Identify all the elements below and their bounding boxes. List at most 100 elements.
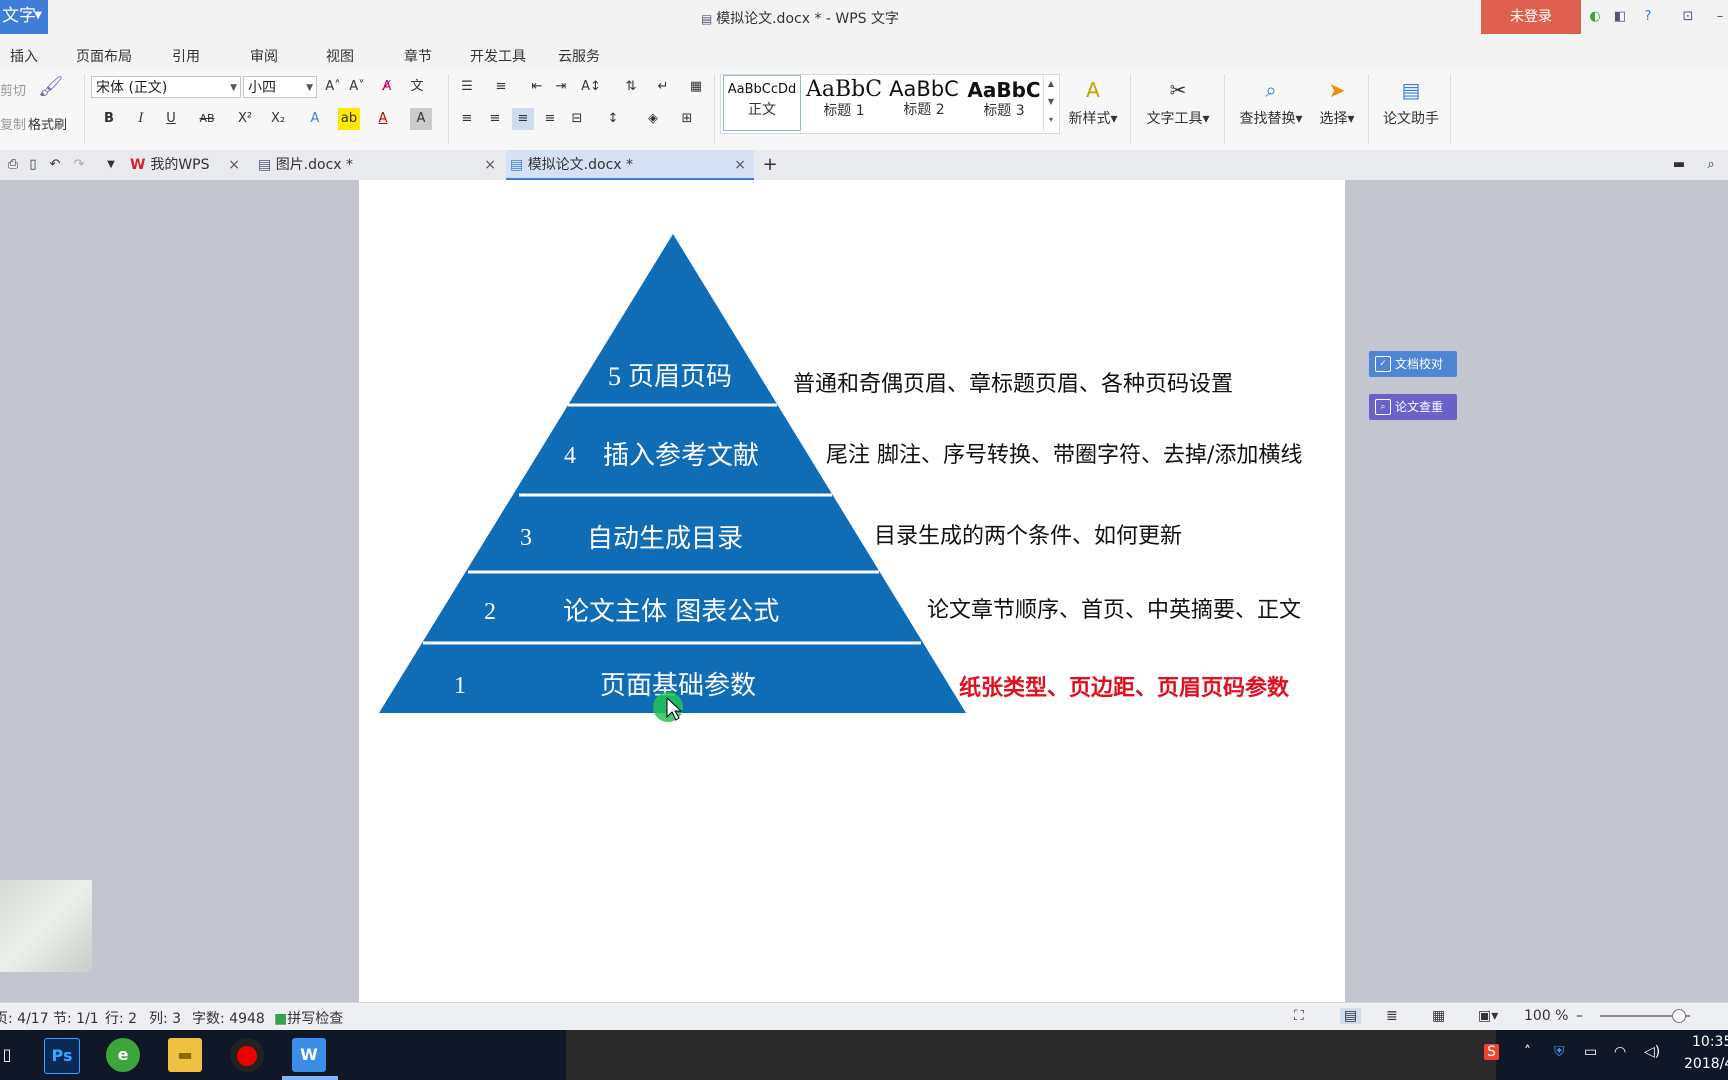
cut-button[interactable]: 剪切	[0, 80, 26, 99]
login-button[interactable]: 未登录	[1481, 0, 1581, 34]
tab-review[interactable]: 审阅	[250, 46, 278, 66]
copy-button[interactable]: 复制	[0, 114, 26, 133]
line-spacing-icon[interactable]: ↕	[602, 108, 624, 130]
browser-icon[interactable]: e	[106, 1038, 140, 1072]
text-tools-button[interactable]: ✂ 文字工具▾	[1140, 78, 1216, 128]
ime-icon[interactable]: S	[1484, 1044, 1499, 1060]
numbered-list-icon[interactable]: ≡	[490, 76, 512, 98]
battery-icon[interactable]: ▭	[1584, 1044, 1597, 1060]
status-page[interactable]: 页: 4/17	[0, 1008, 49, 1028]
search-icon[interactable]: ⌕	[1700, 154, 1722, 176]
status-word-count[interactable]: 字数: 4948	[192, 1008, 265, 1028]
plagiarism-check-button[interactable]: ⌕ 论文查重	[1369, 394, 1457, 420]
tab-menu-icon[interactable]: ▬	[1668, 154, 1690, 176]
shading-fill-icon[interactable]: ◈	[642, 108, 664, 130]
find-replace-button[interactable]: ⌕ 查找替换▾	[1234, 78, 1308, 128]
tab-cloud-service[interactable]: 云服务	[558, 46, 600, 66]
char-shading-icon[interactable]: A	[410, 108, 432, 130]
align-left-icon[interactable]: ≡	[456, 108, 478, 130]
tab-chapter[interactable]: 章节	[404, 46, 432, 66]
superscript-icon[interactable]: X²	[234, 108, 256, 130]
close-icon[interactable]: ×	[734, 150, 746, 180]
show-marks-icon[interactable]: ↵	[652, 76, 674, 98]
minimize-icon[interactable]: –	[1712, 9, 1728, 25]
increase-indent-icon[interactable]: ⇥	[550, 76, 572, 98]
security-icon[interactable]: ⛨	[1554, 1044, 1565, 1060]
subscript-icon[interactable]: X₂	[267, 108, 289, 130]
font-name-select[interactable]: 宋体 (正文) ▼	[91, 76, 241, 98]
new-tab-icon[interactable]: +	[759, 154, 781, 176]
tab-picture-doc[interactable]: ▤ 图片.docx * ×	[258, 150, 504, 180]
justify-icon[interactable]: ≡	[539, 108, 561, 130]
tab-my-wps[interactable]: W 我的WPS ×	[130, 150, 248, 180]
read-mode-icon[interactable]: ▣▾	[1478, 1008, 1498, 1024]
sort-icon[interactable]: ⇅	[620, 76, 642, 98]
tray-expand-icon[interactable]: ˄	[1524, 1044, 1531, 1060]
underline-icon[interactable]: U	[160, 108, 182, 130]
zoom-slider-handle[interactable]	[1672, 1009, 1686, 1023]
text-effect-icon[interactable]: A	[304, 108, 326, 130]
strikethrough-icon[interactable]: AB	[196, 108, 218, 130]
align-right-icon[interactable]: ≡	[512, 108, 534, 130]
clock-time[interactable]: 10:35	[1692, 1034, 1728, 1050]
file-explorer-icon[interactable]: ▬	[168, 1038, 202, 1072]
quick-access-menu-icon[interactable]: ▼	[100, 154, 122, 176]
start-icon[interactable]: ▯	[0, 1038, 14, 1072]
photoshop-icon[interactable]: Ps	[44, 1038, 80, 1074]
font-color-icon[interactable]: A	[372, 108, 394, 130]
tab-view[interactable]: 视图	[326, 46, 354, 66]
spell-check-button[interactable]: ■拼写检查	[274, 1008, 343, 1028]
distribute-icon[interactable]: ⊟	[566, 108, 588, 130]
shrink-font-icon[interactable]: A˅	[346, 76, 368, 98]
clear-format-icon[interactable]: A̸	[376, 76, 398, 98]
char-scale-icon[interactable]: A↕	[580, 76, 602, 98]
recorder-icon[interactable]	[230, 1038, 264, 1072]
table-icon[interactable]: ▦	[685, 76, 707, 98]
redo-icon[interactable]: ↷	[68, 154, 90, 176]
phonetic-icon[interactable]: 文	[406, 76, 428, 98]
restore-window-icon[interactable]: ⊡	[1680, 9, 1696, 25]
tab-page-layout[interactable]: 页面布局	[76, 46, 132, 66]
style-normal[interactable]: AaBbCcDd 正文	[723, 75, 801, 131]
close-icon[interactable]: ×	[228, 150, 240, 180]
help-icon[interactable]: ?	[1640, 9, 1656, 25]
skin-icon[interactable]: ◐	[1587, 9, 1603, 25]
bold-icon[interactable]: B	[98, 108, 120, 130]
outline-view-icon[interactable]: ≣	[1386, 1008, 1398, 1024]
proofread-button[interactable]: ✓ 文档校对	[1369, 351, 1457, 377]
wps-writer-icon[interactable]: W	[292, 1038, 326, 1072]
font-size-select[interactable]: 小四 ▼	[243, 76, 317, 98]
clock-date[interactable]: 2018/4	[1684, 1056, 1728, 1072]
style-heading-3[interactable]: AaBbC 标题 3	[965, 75, 1043, 131]
italic-icon[interactable]: I	[130, 108, 152, 130]
format-painter-icon[interactable]: 🖌	[38, 74, 64, 100]
paper-assistant-button[interactable]: ▤ 论文助手	[1378, 78, 1444, 128]
format-painter-button[interactable]: 格式刷	[28, 114, 67, 133]
print-icon[interactable]: ⎙	[2, 154, 24, 176]
web-view-icon[interactable]: ▦	[1432, 1008, 1445, 1024]
style-heading-1[interactable]: AaBbC 标题 1	[805, 75, 883, 131]
page-view-icon[interactable]: ▤	[1340, 1008, 1362, 1024]
highlight-icon[interactable]: ab	[338, 108, 360, 130]
style-heading-2[interactable]: AaBbC 标题 2	[885, 75, 963, 131]
print-preview-icon[interactable]: ▯	[22, 154, 44, 176]
zoom-out-icon[interactable]: –	[1576, 1008, 1583, 1024]
grow-font-icon[interactable]: A˄	[322, 76, 344, 98]
zoom-level[interactable]: 100 %	[1524, 1008, 1568, 1024]
bullet-list-icon[interactable]: ☰	[456, 76, 478, 98]
new-style-button[interactable]: A 新样式▾	[1062, 78, 1124, 128]
close-icon[interactable]: ×	[484, 150, 496, 180]
tab-references[interactable]: 引用	[172, 46, 200, 66]
undo-icon[interactable]: ↶	[44, 154, 66, 176]
wifi-icon[interactable]: ◠	[1614, 1044, 1626, 1060]
style-scroll[interactable]: ▲ ▼ ▾	[1043, 75, 1058, 131]
share-icon[interactable]: ◧	[1612, 9, 1628, 25]
select-button[interactable]: ➤ 选择▾	[1314, 78, 1360, 128]
border-icon[interactable]: ⊞	[676, 108, 698, 130]
fullscreen-icon[interactable]: ⛶	[1294, 1008, 1304, 1024]
volume-icon[interactable]: ◁)	[1644, 1044, 1660, 1060]
tab-insert[interactable]: 插入	[10, 46, 38, 66]
decrease-indent-icon[interactable]: ⇤	[526, 76, 548, 98]
tab-developer[interactable]: 开发工具	[470, 46, 526, 66]
tab-thesis-doc[interactable]: ▤ 模拟论文.docx * ×	[506, 150, 754, 180]
